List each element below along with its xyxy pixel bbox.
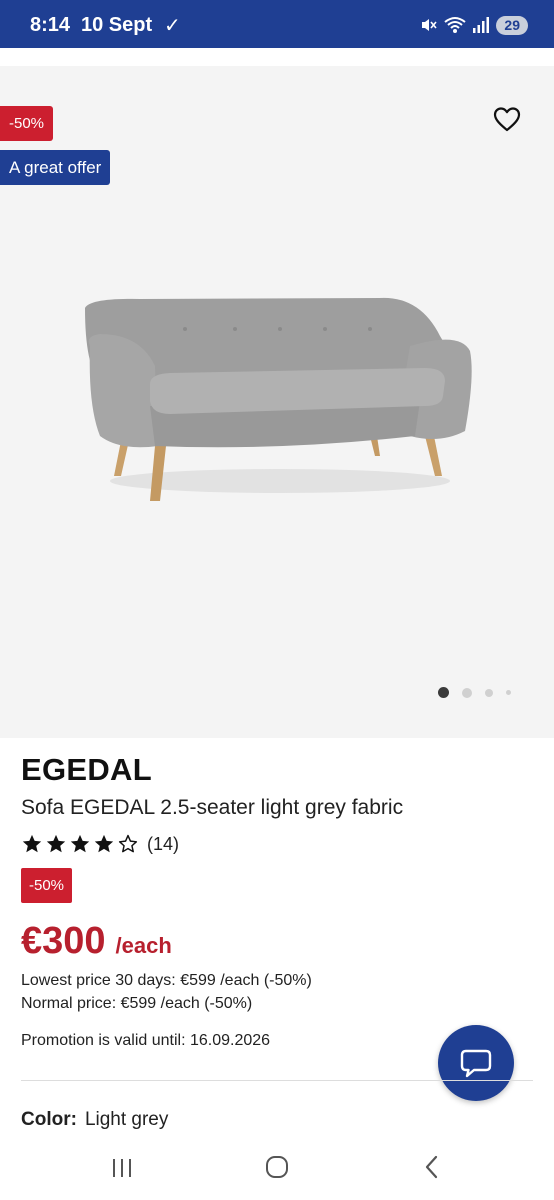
discount-badge: -50% — [0, 106, 54, 141]
star-full-icon — [94, 834, 114, 853]
product-image-carousel[interactable]: -50% A great offer — [0, 66, 554, 738]
carousel-dot[interactable] — [462, 687, 472, 698]
star-full-icon — [46, 834, 66, 853]
status-time: 8:14 — [30, 14, 71, 36]
system-nav-bar — [0, 1140, 554, 1200]
mute-icon — [422, 19, 438, 31]
offer-badge: A great offer — [0, 150, 111, 185]
star-empty-icon — [118, 834, 138, 853]
heart-icon[interactable] — [493, 106, 521, 134]
download-done-icon: ✓ — [164, 15, 181, 37]
carousel-dot[interactable] — [506, 690, 511, 695]
product-brand: EGEDAL — [21, 752, 152, 787]
battery-icon: 29 — [496, 15, 528, 35]
product-image — [85, 297, 472, 501]
discount-badge: -50% — [21, 868, 73, 903]
status-date: 10 Sept — [81, 14, 153, 36]
lowest-price: Lowest price 30 days: €599 /each (-50%) — [21, 972, 312, 989]
rating[interactable]: (14) — [21, 831, 179, 857]
divider — [21, 1080, 533, 1081]
normal-price: Normal price: €599 /each (-50%) — [21, 995, 253, 1012]
carousel-pagination[interactable] — [438, 687, 511, 698]
price: €300 /each — [21, 920, 172, 963]
color-value: Light grey — [84, 1109, 169, 1130]
product-title: Sofa EGEDAL 2.5-seater light grey fabric — [21, 796, 404, 819]
chat-icon — [460, 1049, 492, 1078]
home-icon[interactable] — [264, 1154, 290, 1180]
chat-button[interactable] — [438, 1025, 514, 1101]
price-unit: /each — [115, 933, 172, 958]
carousel-dot[interactable] — [438, 687, 449, 698]
rating-stars — [21, 833, 139, 855]
rating-count: (14) — [147, 833, 180, 854]
color-selector[interactable]: Color: Light grey — [21, 1109, 168, 1131]
price-value: €300 — [21, 920, 106, 962]
status-icons: 29 — [420, 14, 528, 36]
signal-icon — [473, 17, 490, 33]
status-bar: 8:14 10 Sept ✓ 29 — [0, 0, 554, 48]
carousel-dot[interactable] — [485, 688, 493, 697]
back-icon[interactable] — [420, 1154, 444, 1180]
star-full-icon — [70, 834, 90, 853]
recent-apps-icon[interactable] — [108, 1156, 136, 1180]
promotion-validity: Promotion is valid until: 16.09.2026 — [21, 1032, 271, 1049]
star-full-icon — [22, 834, 42, 853]
color-label: Color: — [21, 1109, 77, 1130]
wifi-icon — [444, 17, 467, 33]
